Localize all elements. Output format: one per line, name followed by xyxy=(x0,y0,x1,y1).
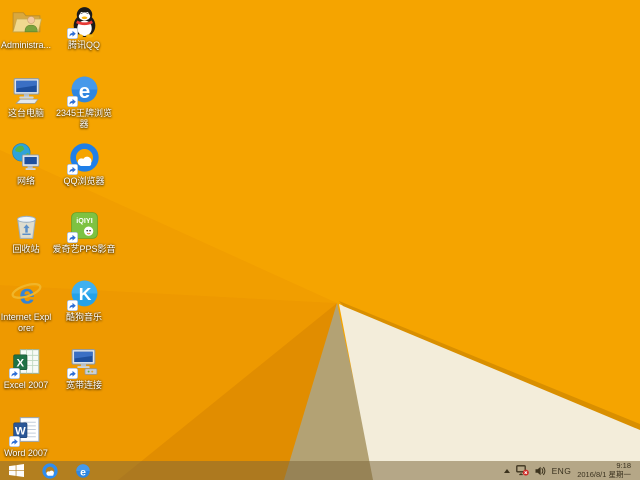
desktop: Administra... 这台电脑 网络 回收站 e Internet Exp… xyxy=(0,0,640,480)
desktop-icon-2345-browser[interactable]: e 2345王牌浏览器 xyxy=(52,73,116,141)
shortcut-arrow-icon xyxy=(66,164,78,175)
desktop-icon-label: QQ浏览器 xyxy=(63,176,105,186)
desktop-icon-label: 腾讯QQ xyxy=(67,40,100,50)
desktop-icon-label: 网络 xyxy=(16,176,35,186)
shortcut-arrow-icon xyxy=(8,368,20,379)
volume-icon[interactable] xyxy=(535,466,546,476)
desktop-icon-column-2: 腾讯QQ e 2345王牌浏览器 QQ浏览器 iQIYI 爱奇艺PPS影音 K … xyxy=(52,5,116,413)
desktop-icon-tencent-qq[interactable]: 腾讯QQ xyxy=(52,5,116,73)
shortcut-arrow-icon xyxy=(66,96,78,107)
system-tray: ENG 9:18 2016/8/1 星期一 xyxy=(503,461,640,480)
2345-browser-icon: e xyxy=(75,463,90,478)
taskbar-2345-browser-button[interactable]: e xyxy=(66,461,99,480)
kugou-music-icon: K xyxy=(66,277,101,311)
desktop-icon-label: 爱奇艺PPS影音 xyxy=(52,244,116,254)
this-pc-icon xyxy=(10,73,43,106)
shortcut-arrow-icon xyxy=(66,28,78,39)
desktop-icon-label: Word 2007 xyxy=(4,448,48,458)
desktop-icon-iqiyi-pps[interactable]: iQIYI 爱奇艺PPS影音 xyxy=(52,209,116,277)
shortcut-arrow-icon xyxy=(66,300,78,311)
desktop-icon-label: 酷狗音乐 xyxy=(65,312,102,322)
desktop-icon-kugou-music[interactable]: K 酷狗音乐 xyxy=(52,277,116,345)
recycle-bin-icon xyxy=(10,209,43,242)
2345-browser-icon: e xyxy=(66,73,101,107)
desktop-icon-column-1: Administra... 这台电脑 网络 回收站 e Internet Exp… xyxy=(0,5,52,480)
administrator-folder-icon xyxy=(10,5,43,38)
svg-text:iQIYI: iQIYI xyxy=(76,216,92,225)
qq-browser-icon xyxy=(41,462,58,479)
language-indicator[interactable]: ENG xyxy=(552,466,572,476)
iqiyi-pps-icon: iQIYI xyxy=(66,209,101,243)
broadband-connection-icon xyxy=(66,345,101,379)
svg-text:e: e xyxy=(78,80,89,103)
taskbar: e ENG 9:18 2016/8/1 星期一 xyxy=(0,461,640,480)
desktop-icon-qq-browser[interactable]: QQ浏览器 xyxy=(52,141,116,209)
shortcut-arrow-icon xyxy=(8,436,20,447)
network-status-icon[interactable] xyxy=(515,465,529,476)
start-button[interactable] xyxy=(0,461,33,480)
desktop-icon-internet-explorer[interactable]: e Internet Explorer xyxy=(0,277,52,345)
desktop-icon-label: 宽带连接 xyxy=(65,380,102,390)
desktop-icon-administrator[interactable]: Administra... xyxy=(0,5,52,73)
excel-2007-icon: X xyxy=(8,345,43,379)
clock[interactable]: 9:18 2016/8/1 星期一 xyxy=(577,461,631,479)
desktop-icon-label: Excel 2007 xyxy=(3,380,49,390)
shortcut-arrow-icon xyxy=(66,232,78,243)
network-icon xyxy=(10,141,43,174)
desktop-icon-broadband[interactable]: 宽带连接 xyxy=(52,345,116,413)
word-2007-icon: W xyxy=(8,413,43,447)
desktop-icon-label: Internet Explorer xyxy=(0,312,52,333)
desktop-icon-recycle-bin[interactable]: 回收站 xyxy=(0,209,52,277)
svg-text:e: e xyxy=(80,466,86,478)
windows-logo-icon xyxy=(9,464,24,477)
qq-penguin-icon xyxy=(66,5,101,39)
qq-browser-icon xyxy=(66,141,101,175)
desktop-icon-label: 2345王牌浏览器 xyxy=(55,108,113,129)
taskbar-qq-browser-button[interactable] xyxy=(33,461,66,480)
desktop-icon-label: 回收站 xyxy=(12,244,40,254)
desktop-icon-this-pc[interactable]: 这台电脑 xyxy=(0,73,52,141)
show-hidden-icons-button[interactable] xyxy=(503,468,510,473)
svg-text:K: K xyxy=(78,284,91,304)
desktop-icon-network[interactable]: 网络 xyxy=(0,141,52,209)
desktop-icon-label: 这台电脑 xyxy=(7,108,44,118)
desktop-icon-label: Administra... xyxy=(0,40,51,50)
desktop-icon-excel-2007[interactable]: X Excel 2007 xyxy=(0,345,52,413)
internet-explorer-icon: e xyxy=(10,277,43,310)
shortcut-arrow-icon xyxy=(66,368,78,379)
clock-date: 2016/8/1 星期一 xyxy=(577,469,631,479)
